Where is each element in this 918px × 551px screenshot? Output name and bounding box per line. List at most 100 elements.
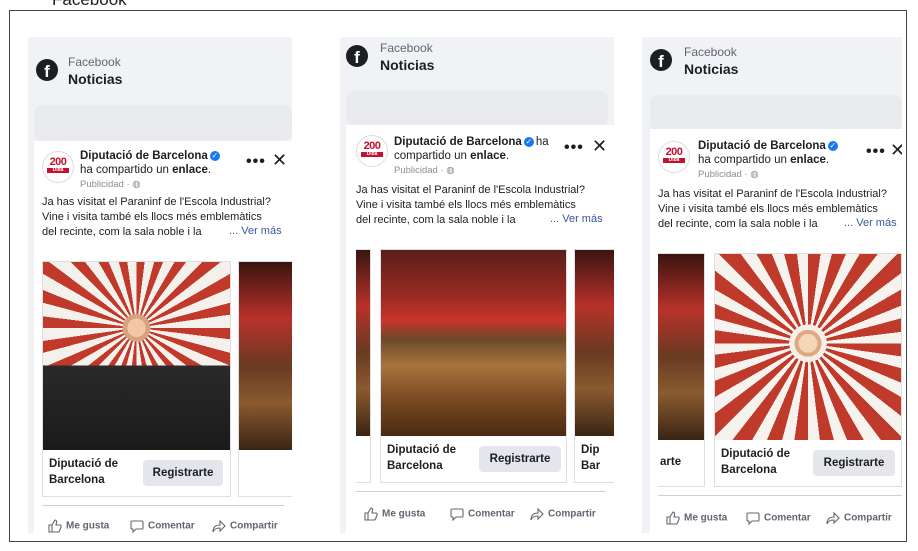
more-options-icon[interactable]: ••• [246,153,266,171]
carousel-title-line-1: Diputació de [721,448,791,460]
carousel-image [381,250,566,436]
meta-text: Publicidad · [394,165,447,176]
globe-icon: ◍ [750,169,759,180]
facebook-logo-icon: f [346,45,368,67]
ad-post-card: 200 Diba Diputació de Barcelona✓ha compa… [650,129,902,533]
post-author: Diputació de Barcelona✓ha compartido un … [394,135,554,163]
see-more-link[interactable]: ... Ver más [844,217,897,229]
register-button[interactable]: Registrarte [479,446,561,472]
feed-panel-3: f Facebook Noticias 200 Diba Diputació d… [642,37,902,533]
avatar-sub: Diba [52,167,64,173]
carousel-card-1[interactable]: Diputació de Barcelona Registrarte [380,249,567,483]
carousel-image-2 [239,262,292,450]
carousel-title-line-2: Barcelona [721,464,777,476]
verified-badge-icon: ✓ [209,150,220,161]
author-name[interactable]: Diputació de Barcelona [394,136,522,148]
feed-panel-1: f Facebook Noticias 200 Diba Diputació d… [28,37,292,533]
avatar[interactable]: 200 Diba [658,141,690,173]
carousel-title-2-line-2: Bar [581,460,601,472]
close-icon[interactable]: ✕ [272,150,287,171]
carousel-card-1[interactable]: Diputació de Barcelona Registrarte [42,261,231,497]
feed-panel-2: f Facebook Noticias 200 Diba Diputació d… [340,37,614,533]
avatar[interactable]: 200 Diba [356,135,388,167]
share-button[interactable]: Compartir [212,519,278,533]
see-more-link[interactable]: ... Ver más [550,213,603,225]
carousel-title: Diputació de Barcelona [721,446,790,478]
body-line-1: Ja has visitat el Paraninf de l'Escola I… [42,196,271,208]
avatar-sub: Diba [668,157,680,163]
like-button[interactable]: Me gusta [48,519,109,533]
shared-text: ha compartido un [698,154,787,166]
carousel-title-prev: arte [660,456,682,468]
globe-icon: ◍ [132,179,141,190]
comment-button[interactable]: Comentar [130,519,195,533]
body-line-2: Vine i visita també els llocs més emblem… [42,211,262,223]
like-button[interactable]: Me gusta [364,507,425,521]
avatar[interactable]: 200 Diba [42,151,74,183]
share-button[interactable]: Compartir [826,511,892,525]
app-name: Facebook [684,45,737,59]
carousel-image [715,254,901,440]
carousel-card-prev[interactable]: arte [658,253,705,487]
comment-icon [746,512,760,526]
share-icon [212,519,226,533]
close-icon[interactable]: ✕ [890,140,902,161]
shared-text: ha compartido un [80,164,169,176]
previous-post-placeholder [650,95,902,131]
like-label: Me gusta [684,512,728,524]
body-line-2: Vine i visita també els llocs més emblem… [658,203,878,215]
like-button[interactable]: Me gusta [666,511,727,525]
carousel-card-prev[interactable] [356,249,371,483]
app-name: Facebook [380,41,433,55]
share-icon [826,511,840,525]
like-icon [666,511,680,525]
carousel-card-2[interactable] [238,261,292,497]
previous-post-placeholder [34,105,292,141]
verified-badge-icon: ✓ [523,136,534,147]
register-button[interactable]: Registrarte [813,450,895,476]
comment-label: Comentar [764,512,811,524]
shared-link[interactable]: enlace [470,150,506,162]
page-caption: Facebook [52,0,127,10]
carousel-card-1[interactable]: Diputació de Barcelona Registrarte [714,253,902,487]
see-more-link[interactable]: ... Ver más [229,225,282,237]
section-title: Noticias [684,61,739,77]
share-label: Compartir [548,508,596,520]
body-line-1: Ja has visitat el Paraninf de l'Escola I… [658,188,887,200]
carousel-title-2: Dip Bar [581,442,600,474]
avatar-sub: Diba [366,151,378,157]
previous-post-placeholder [346,91,608,127]
share-label: Compartir [844,512,892,524]
carousel-card-2[interactable]: Dip Bar [574,249,614,483]
shared-link[interactable]: enlace [790,154,826,166]
carousel-image-2 [575,250,614,436]
post-meta: Publicidad · ◍ [698,169,759,180]
more-options-icon[interactable]: ••• [866,143,886,161]
body-line-2: Vine i visita també els llocs més emblem… [356,199,576,211]
actions-divider [356,491,606,492]
register-button[interactable]: Registrarte [143,460,223,486]
shared-link[interactable]: enlace [172,164,208,176]
facebook-logo-icon: f [650,49,672,71]
meta-text: Publicidad · [698,169,751,180]
author-name[interactable]: Diputació de Barcelona [80,150,208,162]
share-button[interactable]: Compartir [530,507,596,521]
like-icon [48,519,62,533]
author-name[interactable]: Diputació de Barcelona [698,140,826,152]
close-icon[interactable]: ✕ [592,136,607,157]
carousel-image-prev [356,250,370,436]
more-options-icon[interactable]: ••• [564,139,584,157]
comment-button[interactable]: Comentar [746,511,811,526]
app-name: Facebook [68,55,121,69]
like-icon [364,507,378,521]
carousel-title-line-2: Barcelona [387,460,443,472]
comment-button[interactable]: Comentar [450,507,515,522]
facebook-logo-icon: f [36,59,58,81]
shared-period: . [207,164,212,176]
carousel-title-line-1: Diputació de [387,444,457,456]
post-meta: Publicidad · ◍ [80,179,141,190]
comment-icon [450,508,464,522]
post-author: Diputació de Barcelona✓ha compartido un … [698,139,848,167]
meta-text: Publicidad · [80,179,133,190]
shared-period: . [505,150,510,162]
